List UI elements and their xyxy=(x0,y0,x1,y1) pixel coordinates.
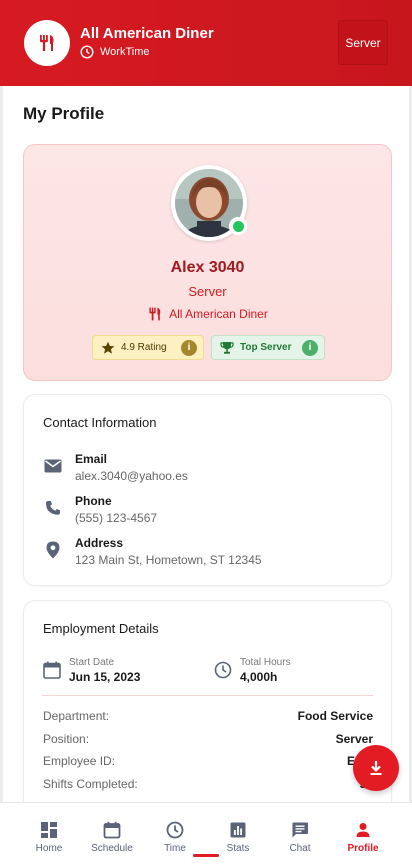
rating-badge-label: 4.9 Rating xyxy=(121,342,167,353)
contact-email-row[interactable]: Email alex.3040@yahoo.es xyxy=(43,452,188,483)
top-server-badge-label: Top Server xyxy=(240,342,292,353)
shifts-key: Shifts Completed: xyxy=(43,777,138,791)
nav-profile-label: Profile xyxy=(347,843,379,854)
phone-icon xyxy=(46,501,60,515)
download-icon xyxy=(370,761,382,775)
fork-knife-icon xyxy=(149,307,161,321)
department-key: Department: xyxy=(43,709,110,723)
start-date-label: Start Date xyxy=(69,657,115,668)
nav-time[interactable]: Time xyxy=(145,821,205,854)
contact-email-label: Email xyxy=(75,452,108,466)
employment-row-employee-id: Employee ID:EMP xyxy=(43,754,373,768)
contact-phone-label: Phone xyxy=(75,494,112,508)
person-icon xyxy=(356,823,370,837)
position-value: Server xyxy=(335,732,373,746)
app-header: All American Diner WorkTime Server xyxy=(0,0,412,86)
worktime-label: WorkTime xyxy=(80,45,150,59)
contact-card: Contact Information Email alex.3040@yahoo… xyxy=(23,394,392,586)
top-server-badge[interactable]: Top Server i xyxy=(211,335,325,360)
role-button[interactable]: Server xyxy=(338,20,388,65)
rating-badge[interactable]: 4.9 Rating i xyxy=(92,335,204,360)
location-pin-icon xyxy=(46,541,60,559)
star-icon xyxy=(101,341,115,354)
nav-stats-label: Stats xyxy=(226,843,250,854)
profile-card: Alex 3040 Server All American Diner 4.9 … xyxy=(23,144,392,381)
avatar[interactable] xyxy=(171,165,247,241)
total-hours-label: Total Hours xyxy=(240,657,291,668)
nav-home-label: Home xyxy=(35,843,63,854)
chat-icon xyxy=(292,822,308,838)
employment-row-shifts: Shifts Completed:50 xyxy=(43,777,373,791)
contact-address-row[interactable]: Address 123 Main St, Hometown, ST 12345 xyxy=(43,536,262,567)
nav-home[interactable]: Home xyxy=(19,821,79,854)
worktime-text: WorkTime xyxy=(100,46,150,58)
contact-phone-value: (555) 123-4567 xyxy=(75,511,158,525)
page-title: My Profile xyxy=(23,104,105,123)
profile-organization: All American Diner xyxy=(24,306,391,322)
clock-icon xyxy=(80,45,94,59)
profile-name: Alex 3040 xyxy=(170,259,245,276)
profile-organization-text: All American Diner xyxy=(169,307,268,321)
total-hours-value: 4,000h xyxy=(240,670,278,684)
nav-schedule[interactable]: Schedule xyxy=(82,821,142,854)
start-date-value: Jun 15, 2023 xyxy=(69,670,141,684)
online-status-indicator xyxy=(229,217,247,235)
profile-role: Server xyxy=(188,284,227,299)
employment-row-position: Position: Server xyxy=(43,732,373,746)
total-hours-block: Total Hours 4,000h xyxy=(214,657,291,684)
employment-card: Employment Details Start Date Jun 15, 202… xyxy=(23,600,392,802)
contact-address-value: 123 Main St, Hometown, ST 12345 xyxy=(75,553,262,567)
home-indicator xyxy=(193,854,219,857)
download-button[interactable] xyxy=(353,745,399,791)
contact-card-title: Contact Information xyxy=(43,415,157,430)
contact-email-value: alex.3040@yahoo.es xyxy=(75,469,188,483)
nav-time-label: Time xyxy=(164,843,186,854)
info-icon[interactable]: i xyxy=(181,339,197,356)
restaurant-logo xyxy=(24,20,70,66)
profile-content[interactable]: My Profile Alex 3040 Server All American… xyxy=(0,86,412,802)
contact-address-label: Address xyxy=(75,536,124,550)
nav-schedule-label: Schedule xyxy=(91,843,133,854)
position-key: Position: xyxy=(43,732,90,746)
trophy-icon xyxy=(220,341,234,354)
badge-row: 4.9 Rating i Top Server i xyxy=(92,335,325,360)
nav-stats[interactable]: Stats xyxy=(208,821,268,854)
department-value: Food Service xyxy=(297,709,373,723)
employment-row-department: Department: Food Service xyxy=(43,709,373,723)
employee-id-key: Employee ID: xyxy=(43,754,116,768)
calendar-icon xyxy=(43,661,61,679)
dashboard-icon xyxy=(41,822,57,838)
clock-icon xyxy=(214,661,232,679)
start-date-block: Start Date Jun 15, 2023 xyxy=(43,657,140,684)
nav-chat-label: Chat xyxy=(289,843,311,854)
fork-knife-icon xyxy=(40,35,54,51)
info-icon[interactable]: i xyxy=(302,339,318,356)
clock-icon xyxy=(166,821,184,839)
nav-chat[interactable]: Chat xyxy=(270,821,330,854)
app-title: All American Diner xyxy=(80,25,214,42)
calendar-icon xyxy=(103,821,121,839)
contact-phone-row[interactable]: Phone (555) 123-4567 xyxy=(43,494,157,525)
divider xyxy=(42,695,373,696)
employment-card-title: Employment Details xyxy=(43,621,159,636)
mail-icon xyxy=(44,459,62,473)
bar-chart-icon xyxy=(230,822,246,838)
nav-profile[interactable]: Profile xyxy=(333,821,393,854)
